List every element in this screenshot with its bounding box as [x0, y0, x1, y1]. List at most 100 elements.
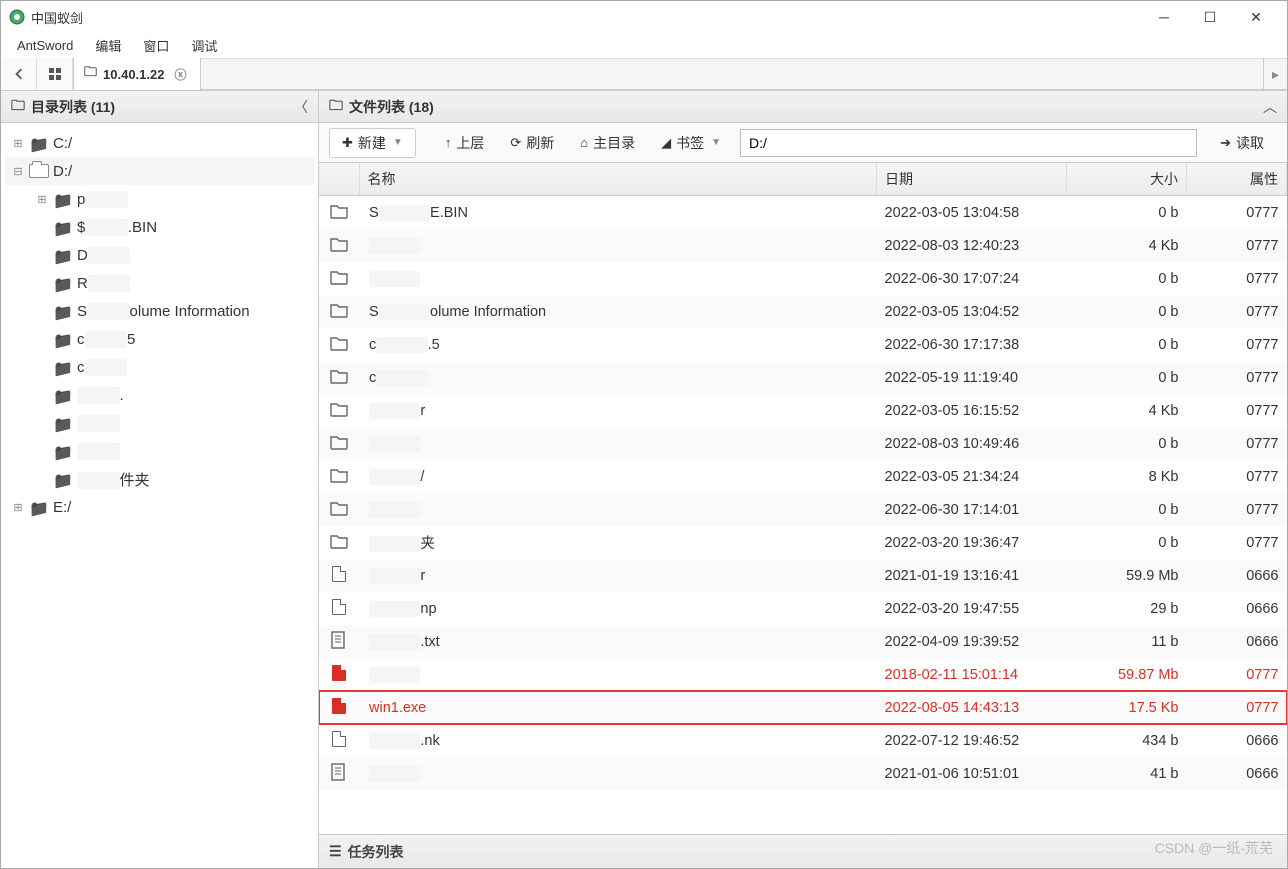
tree-item[interactable]: ████: [5, 409, 314, 437]
minimize-button[interactable]: ─: [1141, 1, 1187, 33]
tree-item[interactable]: ████.: [5, 381, 314, 409]
table-row[interactable]: █████.txt2022-04-09 19:39:5211 b0666: [319, 625, 1287, 658]
read-button[interactable]: ➔读取: [1207, 128, 1277, 158]
expander-icon[interactable]: ⊞: [11, 501, 25, 514]
tree-label: p████: [77, 191, 128, 208]
taskbar[interactable]: ☰ 任务列表: [319, 834, 1287, 868]
tree-label: c████: [77, 359, 127, 376]
tree-label: C:/: [53, 135, 72, 152]
maximize-button[interactable]: ☐: [1187, 1, 1233, 33]
table-row[interactable]: c█████.52022-06-30 17:17:380 b0777: [319, 328, 1287, 361]
menu-antsword[interactable]: AntSword: [7, 36, 83, 55]
col-name[interactable]: 名称: [359, 163, 877, 196]
bookmark-button[interactable]: ◢书签▼: [648, 128, 734, 158]
table-row[interactable]: █████r2022-03-05 16:15:524 Kb0777: [319, 394, 1287, 427]
tree-item[interactable]: ████: [5, 437, 314, 465]
file-size: 0 b: [1067, 526, 1187, 559]
file-date: 2022-03-05 13:04:58: [877, 196, 1067, 230]
table-row[interactable]: c█████2022-05-19 11:19:400 b0777: [319, 361, 1287, 394]
folder-icon: [29, 164, 49, 178]
expander-icon[interactable]: ⊟: [11, 165, 25, 178]
file-size: 434 b: [1067, 724, 1187, 757]
expander-icon[interactable]: ⊞: [11, 137, 25, 150]
tree-item[interactable]: ⊞ E:/: [5, 493, 314, 521]
menu-edit[interactable]: 编辑: [85, 34, 131, 57]
menubar: AntSword 编辑 窗口 调试: [1, 33, 1287, 59]
tabbar: 🗀 10.40.1.22 ⓧ ▸: [1, 59, 1287, 91]
tree-label: E:/: [53, 499, 71, 516]
file-size: 41 b: [1067, 757, 1187, 790]
file-name: █████: [369, 766, 420, 782]
file-date: 2022-08-03 12:40:23: [877, 229, 1067, 262]
table-row[interactable]: █████/2022-03-05 21:34:248 Kb0777: [319, 460, 1287, 493]
home-button[interactable]: ⌂主目录: [567, 128, 648, 158]
file-date: 2022-04-09 19:39:52: [877, 625, 1067, 658]
code-icon: [328, 599, 350, 615]
nav-back-button[interactable]: [1, 58, 37, 90]
close-button[interactable]: ✕: [1233, 1, 1279, 33]
expander-icon[interactable]: ⊞: [35, 193, 49, 206]
tree-item[interactable]: ⊟ D:/: [5, 157, 314, 185]
table-row[interactable]: █████np2022-03-20 19:47:5529 b0666: [319, 592, 1287, 625]
refresh-button[interactable]: ⟳刷新: [497, 128, 567, 158]
file-attr: 0777: [1187, 658, 1287, 691]
col-attr[interactable]: 属性: [1187, 163, 1287, 196]
titlebar: 中国蚁剑 ─ ☐ ✕: [1, 1, 1287, 33]
tree-label: c████5: [77, 331, 135, 348]
tab-close-icon[interactable]: ⓧ: [174, 66, 186, 83]
table-row[interactable]: S█████olume Information2022-03-05 13:04:…: [319, 295, 1287, 328]
tab-active[interactable]: 🗀 10.40.1.22 ⓧ: [74, 58, 201, 90]
tree-item[interactable]: ████件夹: [5, 465, 314, 493]
tree-label: ████: [77, 415, 120, 432]
file-table: 名称 日期 大小 属性 S█████E.BIN2022-03-05 13:04:…: [319, 163, 1287, 790]
sidebar-header: 🗀 目录列表 (11) 〈: [1, 91, 318, 123]
file-date: 2022-07-12 19:46:52: [877, 724, 1067, 757]
file-size: 0 b: [1067, 427, 1187, 460]
col-date[interactable]: 日期: [877, 163, 1067, 196]
content: 🗀 文件列表 (18) ︿ ✚新建▼ ↑上层 ⟳刷新 ⌂主目录 ◢书签▼ ➔读取…: [319, 91, 1287, 868]
sidebar-title: 目录列表 (11): [31, 97, 115, 117]
file-size: 29 b: [1067, 592, 1187, 625]
menu-debug[interactable]: 调试: [181, 34, 227, 57]
tree-item[interactable]: ⊞ p████: [5, 185, 314, 213]
tree-item[interactable]: c████5: [5, 325, 314, 353]
table-row[interactable]: S█████E.BIN2022-03-05 13:04:580 b0777: [319, 196, 1287, 230]
tree-item[interactable]: R████: [5, 269, 314, 297]
sidebar: 🗀 目录列表 (11) 〈 ⊞ C:/⊟ D:/⊞ p████ $████.BI…: [1, 91, 319, 868]
table-row[interactable]: █████2021-01-06 10:51:0141 b0666: [319, 757, 1287, 790]
file-attr: 0666: [1187, 625, 1287, 658]
tree-item[interactable]: S████olume Information: [5, 297, 314, 325]
folder-icon: 🗀: [329, 95, 343, 119]
path-input[interactable]: [740, 129, 1197, 157]
table-row[interactable]: █████2022-08-03 10:49:460 b0777: [319, 427, 1287, 460]
grid-view-button[interactable]: [37, 58, 73, 90]
table-row[interactable]: █████.nk2022-07-12 19:46:52434 b0666: [319, 724, 1287, 757]
tree-item[interactable]: c████: [5, 353, 314, 381]
tabbar-scroll-right[interactable]: ▸: [1263, 58, 1287, 90]
tree-item[interactable]: ⊞ C:/: [5, 129, 314, 157]
table-row[interactable]: █████2018-02-11 15:01:1459.87 Mb0777: [319, 658, 1287, 691]
table-row[interactable]: █████2022-06-30 17:14:010 b0777: [319, 493, 1287, 526]
content-collapse-icon[interactable]: ︿: [1263, 97, 1277, 117]
table-row[interactable]: █████夹2022-03-20 19:36:470 b0777: [319, 526, 1287, 559]
menu-window[interactable]: 窗口: [133, 34, 179, 57]
plus-icon: ✚: [342, 135, 353, 151]
table-row[interactable]: win1.exe2022-08-05 14:43:1317.5 Kb0777: [319, 691, 1287, 724]
new-button[interactable]: ✚新建▼: [329, 128, 416, 158]
file-date: 2021-01-06 10:51:01: [877, 757, 1067, 790]
table-row[interactable]: █████2022-08-03 12:40:234 Kb0777: [319, 229, 1287, 262]
file-attr: 0777: [1187, 196, 1287, 230]
sidebar-collapse-icon[interactable]: 〈: [294, 97, 308, 117]
directory-tree[interactable]: ⊞ C:/⊟ D:/⊞ p████ $████.BIN D████ R████ …: [1, 123, 318, 868]
folder-icon: [328, 368, 350, 384]
col-size[interactable]: 大小: [1067, 163, 1187, 196]
file-attr: 0666: [1187, 592, 1287, 625]
up-button[interactable]: ↑上层: [432, 128, 498, 158]
table-row[interactable]: █████r2021-01-19 13:16:4159.9 Mb0666: [319, 559, 1287, 592]
home-icon: ⌂: [580, 135, 588, 150]
folder-icon: [328, 401, 350, 417]
tree-item[interactable]: $████.BIN: [5, 213, 314, 241]
table-row[interactable]: █████2022-06-30 17:07:240 b0777: [319, 262, 1287, 295]
tree-item[interactable]: D████: [5, 241, 314, 269]
file-name: S█████olume Information: [369, 304, 546, 320]
